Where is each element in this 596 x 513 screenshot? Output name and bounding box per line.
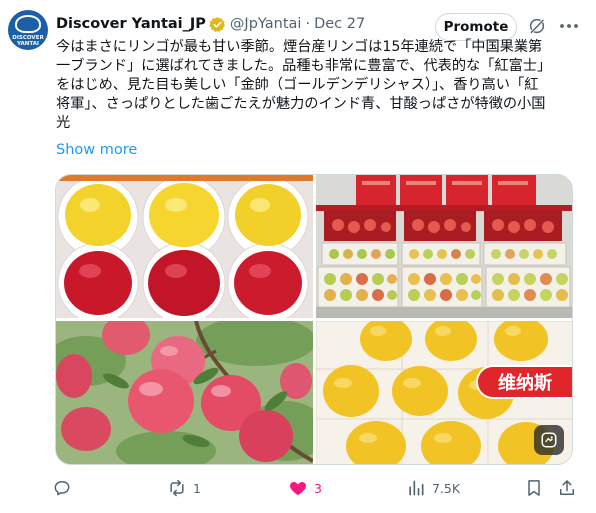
separator: ·: [305, 16, 311, 32]
display-name[interactable]: Discover Yantai_JP: [56, 16, 206, 32]
like-button[interactable]: 3: [288, 474, 322, 502]
more-icon[interactable]: [558, 17, 580, 35]
grok-icon[interactable]: [528, 17, 546, 35]
media-image-apple-display[interactable]: [316, 175, 572, 318]
verified-badge-icon[interactable]: [209, 16, 226, 33]
timestamp[interactable]: Dec 27: [314, 16, 365, 32]
tweet-text: 今はまさにリンゴが最も甘い季節。煙台産リンゴは15年連続で「中国果業第 一ブラン…: [56, 38, 586, 133]
retweet-icon: [170, 479, 184, 497]
media-image-golden-apples[interactable]: 维纳斯: [316, 321, 572, 464]
handle[interactable]: @JpYantai: [230, 16, 302, 32]
share-button[interactable]: [557, 474, 577, 502]
reply-icon: [54, 481, 70, 496]
media-badge: 维纳斯: [476, 365, 572, 399]
avatar-text-line-2: YANTAI: [17, 41, 39, 47]
tweet-text-line: 光: [56, 115, 71, 131]
retweet-button[interactable]: 1: [167, 474, 201, 502]
show-more-link[interactable]: Show more: [56, 142, 137, 158]
tweet[interactable]: DISCOVER YANTAI Discover Yantai_JP @JpYa…: [0, 0, 596, 513]
media-image-apple-tree[interactable]: [56, 321, 313, 464]
tweet-text-line: 将軍」、さっぱりとした歯ごたえが魅力のインド青、甘酸っぱさが特徴の小国: [56, 96, 546, 112]
share-icon: [560, 480, 574, 495]
tweet-text-line: 一ブランド」に選ばれてきました。品種も非常に豊富で、代表的な「紅富士」: [56, 58, 552, 74]
bookmark-icon: [528, 480, 540, 496]
views-button[interactable]: 7.5K: [406, 474, 460, 502]
action-bar: 1 3 7.5K: [52, 474, 582, 502]
like-count: 3: [314, 480, 322, 496]
media-image-boxed-apples[interactable]: [56, 175, 313, 318]
retweet-count: 1: [193, 480, 201, 496]
promote-button[interactable]: Promote: [435, 13, 517, 41]
avatar[interactable]: DISCOVER YANTAI: [8, 10, 48, 50]
like-icon: [290, 482, 306, 496]
tweet-text-line: をはじめ、見た目も美しい「金帥（ゴールデンデリシャス）」、香り高い「紅: [56, 77, 539, 93]
view-count: 7.5K: [432, 480, 461, 496]
reply-button[interactable]: [52, 474, 78, 502]
tweet-header: Discover Yantai_JP @JpYantai · Dec 27: [56, 14, 365, 34]
media-grid: 维纳斯: [55, 174, 573, 465]
bookmark-button[interactable]: [524, 474, 544, 502]
alt-text-icon[interactable]: [534, 425, 564, 455]
tweet-text-line: 今はまさにリンゴが最も甘い季節。煙台産リンゴは15年連続で「中国果業第: [56, 39, 543, 55]
avatar-logo-mark: [15, 15, 41, 33]
views-icon: [409, 480, 424, 496]
